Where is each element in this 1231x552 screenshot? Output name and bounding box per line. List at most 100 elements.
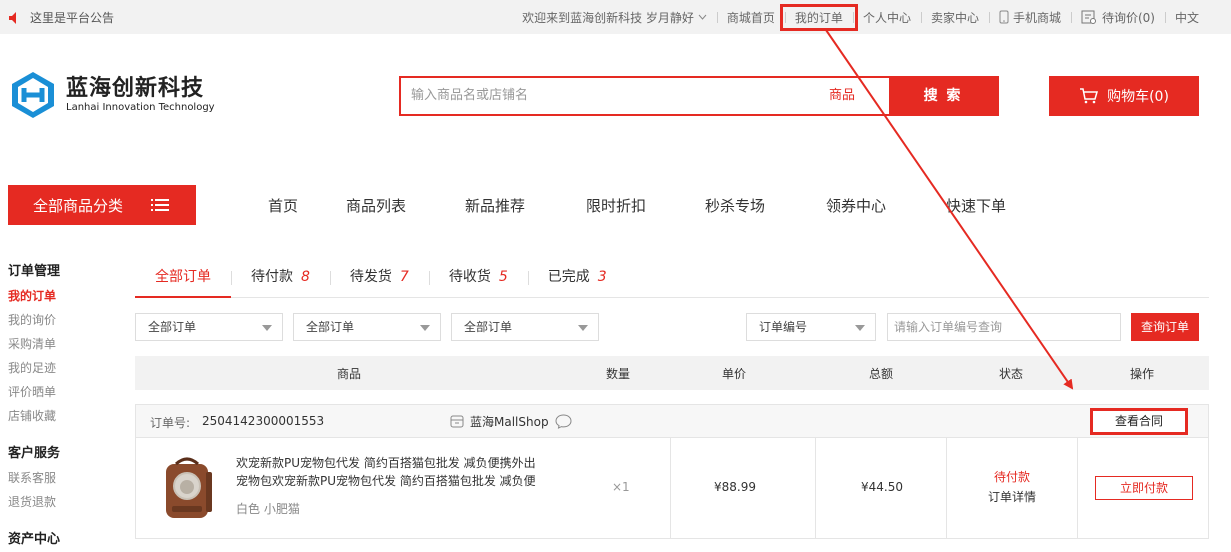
all-categories-button[interactable]: 全部商品分类 (8, 185, 196, 225)
order-number-label: 订单号: (150, 416, 191, 430)
pending-inquiry-label: 待询价(0) (1101, 10, 1155, 25)
col-status: 状态 (999, 367, 1024, 381)
tab-count: 5 (498, 269, 508, 285)
pay-now-button[interactable]: 立即付款 (1095, 476, 1193, 500)
product-thumbnail[interactable] (154, 456, 224, 524)
sidebar-item-contact-support[interactable]: 联系客服 (8, 466, 108, 490)
order-item-row: 欢宠新款PU宠物包代发 简约百搭猫包批发 减负便携外出宠物包欢宠新款PU宠物包代… (136, 438, 1208, 538)
link-pending-inquiry[interactable]: 待询价(0) (1070, 9, 1165, 26)
tab-label: 待收货 (448, 269, 491, 285)
search-type-selector[interactable]: 商品 (829, 78, 889, 114)
cart-label: 购物车(0) (1107, 89, 1169, 105)
sidebar-item-my-orders[interactable]: 我的订单 (8, 284, 108, 308)
top-links: 欢迎来到蓝海创新科技 岁月静好 商城首页 我的订单 个人中心 卖家中心 手机商城… (512, 0, 1231, 34)
tab-all-orders[interactable]: 全部订单 (135, 262, 231, 298)
link-mobile-mall[interactable]: 手机商城 (988, 9, 1071, 26)
order-filter-select-2[interactable]: 全部订单 (293, 313, 441, 341)
all-categories-label: 全部商品分类 (33, 196, 124, 215)
tab-label: 已完成 (547, 269, 590, 285)
shop-name: 蓝海MallShop (470, 415, 549, 429)
sidebar-group-orders: 订单管理 (8, 264, 61, 279)
sidebar-item-store-favorites[interactable]: 店铺收藏 (8, 404, 108, 428)
nav-coupon-center[interactable]: 领券中心 (826, 195, 886, 216)
tab-pending-payment[interactable]: 待付款 8 (231, 262, 330, 298)
tab-label: 全部订单 (155, 269, 211, 285)
column-divider (1077, 438, 1078, 538)
tab-count: 8 (301, 269, 310, 285)
order-status: 待付款 (994, 470, 1031, 484)
item-quantity: ×1 (612, 480, 630, 494)
chat-icon[interactable] (555, 414, 572, 429)
tab-completed[interactable]: 已完成 3 (527, 262, 627, 298)
welcome-user[interactable]: 欢迎来到蓝海创新科技 岁月静好 (512, 9, 717, 26)
welcome-text: 欢迎来到蓝海创新科技 岁月静好 (522, 10, 694, 25)
sidebar-group-assets: 资产中心 (8, 532, 61, 547)
link-mall-home[interactable]: 商城首页 (716, 9, 785, 26)
mobile-mall-label: 手机商城 (1012, 10, 1061, 25)
tab-count: 7 (399, 269, 409, 285)
order-detail-link[interactable]: 订单详情 (988, 488, 1036, 505)
sidebar-item-footprint[interactable]: 我的足迹 (8, 356, 108, 380)
order-status-tabs: 全部订单 待付款 8 待发货 7 待收货 5 已完成 3 (135, 262, 1209, 298)
column-divider (670, 438, 671, 538)
tab-pending-receipt[interactable]: 待收货 5 (428, 262, 528, 298)
search-field-select[interactable]: 订单编号 (746, 313, 876, 341)
caret-down-icon (578, 325, 588, 331)
announcement[interactable]: 这里是平台公告 (8, 9, 114, 26)
order-filter-select-1[interactable]: 全部订单 (135, 313, 283, 341)
col-actions: 操作 (1130, 367, 1155, 381)
sidebar-item-my-inquiries[interactable]: 我的询价 (8, 308, 108, 332)
column-divider (815, 438, 816, 538)
sidebar-group-customer-service: 客户服务 (8, 446, 61, 461)
sidebar-item-reviews[interactable]: 评价晒单 (8, 380, 108, 404)
search-bar: 输入商品名或店铺名 商品 搜 索 (399, 76, 999, 116)
order-table-header: 商品 数量 单价 总额 状态 操作 (135, 356, 1209, 390)
link-personal-center[interactable]: 个人中心 (852, 9, 921, 26)
select-value: 全部订单 (148, 320, 197, 334)
tab-label: 待付款 (251, 269, 293, 285)
product-title[interactable]: 欢宠新款PU宠物包代发 简约百搭猫包批发 减负便携外出宠物包欢宠新款PU宠物包代… (236, 454, 546, 490)
logo-english-name: Lanhai Innovation Technology (66, 102, 215, 113)
cart-icon (1080, 88, 1099, 104)
nav-product-list[interactable]: 商品列表 (346, 195, 406, 216)
nav-flash-sale[interactable]: 秒杀专场 (705, 195, 765, 216)
cart-button[interactable]: 购物车(0) (1049, 76, 1199, 116)
tab-label: 待发货 (349, 269, 392, 285)
phone-icon (999, 10, 1009, 24)
item-unit-price: ¥88.99 (714, 480, 756, 494)
link-my-orders[interactable]: 我的订单 (779, 3, 858, 31)
account-sidebar: 订单管理 我的订单 我的询价 采购清单 我的足迹 评价晒单 店铺收藏 客户服务 … (8, 260, 108, 552)
speaker-icon (9, 11, 16, 24)
logo-name: 蓝海创新科技 (66, 76, 205, 101)
logo-mark-icon (12, 72, 54, 118)
order-number-input[interactable]: 请输入订单编号查询 (887, 313, 1121, 341)
site-logo[interactable]: 蓝海创新科技 Lanhai Innovation Technology (8, 70, 215, 120)
order-filter-select-3[interactable]: 全部订单 (451, 313, 599, 341)
nav-quick-order[interactable]: 快速下单 (946, 195, 1006, 216)
sidebar-item-returns[interactable]: 退货退款 (8, 490, 108, 514)
main-nav: 全部商品分类 首页 商品列表 新品推荐 限时折扣 秒杀专场 领券中心 快速下单 (0, 183, 1231, 225)
order-number: 2504142300001553 (202, 414, 325, 428)
col-total: 总额 (869, 367, 894, 381)
nav-new-arrivals[interactable]: 新品推荐 (465, 195, 525, 216)
search-button[interactable]: 搜 索 (889, 78, 997, 114)
nav-limited-discount[interactable]: 限时折扣 (586, 195, 646, 216)
col-unit-price: 单价 (722, 367, 747, 381)
caret-down-icon (262, 325, 272, 331)
inquiry-icon (1081, 10, 1096, 24)
search-input[interactable]: 输入商品名或店铺名 (401, 78, 829, 114)
order-header: 订单号: 2504142300001553 蓝海MallShop 查看合同 (136, 405, 1208, 438)
query-orders-button[interactable]: 查询订单 (1131, 313, 1199, 341)
caret-down-icon (420, 325, 430, 331)
nav-home[interactable]: 首页 (268, 195, 298, 216)
tab-pending-shipment[interactable]: 待发货 7 (329, 262, 429, 298)
order-card: 订单号: 2504142300001553 蓝海MallShop 查看合同 欢宠… (135, 404, 1209, 539)
link-seller-center[interactable]: 卖家中心 (920, 9, 989, 26)
link-language[interactable]: 中文 (1164, 9, 1209, 26)
announcement-text: 这里是平台公告 (30, 11, 115, 25)
view-contract-button[interactable]: 查看合同 (1090, 408, 1188, 435)
sidebar-item-purchase-list[interactable]: 采购清单 (8, 332, 108, 356)
caret-down-icon (855, 325, 865, 331)
shop-link[interactable]: 蓝海MallShop (450, 413, 578, 430)
column-divider (946, 438, 947, 538)
